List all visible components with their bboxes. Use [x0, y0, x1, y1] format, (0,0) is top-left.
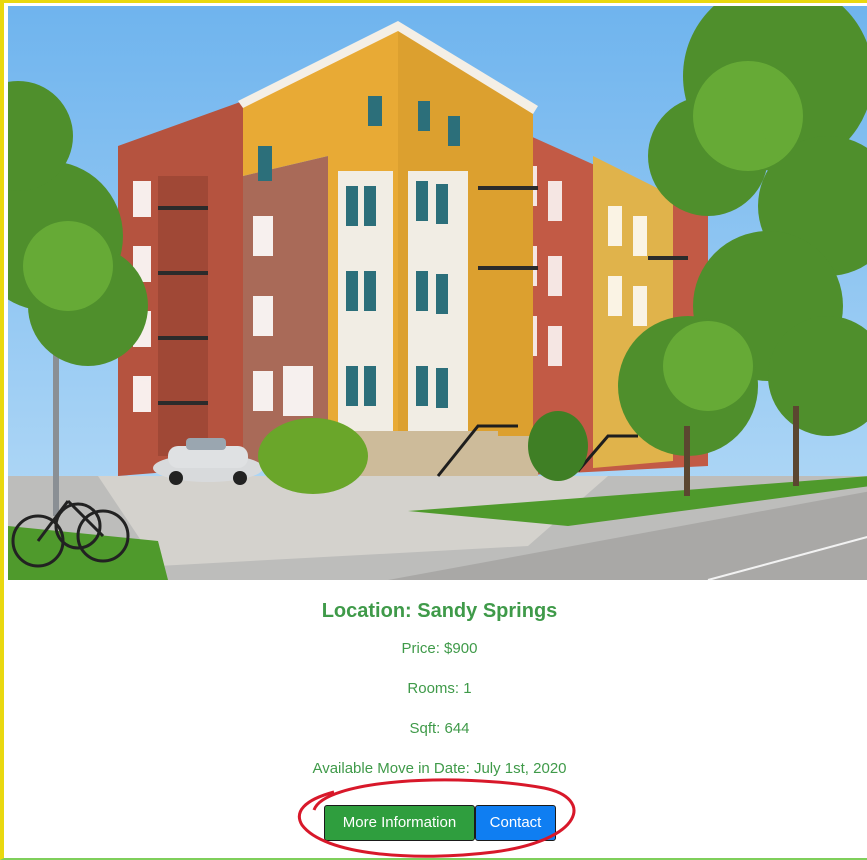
- apartment-photo: [8, 6, 867, 580]
- contact-button[interactable]: Contact: [475, 805, 556, 841]
- listing-details: Location: Sandy Springs Price: $900 Room…: [8, 580, 867, 858]
- listing-move-in-date: Available Move in Date: July 1st, 2020: [312, 760, 567, 777]
- listing-sqft: Sqft: 644: [409, 720, 470, 737]
- listing-title: Location: Sandy Springs: [321, 600, 558, 622]
- more-information-button[interactable]: More Information: [324, 805, 475, 841]
- listing-card: Location: Sandy Springs Price: $900 Room…: [0, 0, 867, 860]
- listing-rooms: Rooms: 1: [407, 680, 472, 697]
- listing-price: Price: $900: [401, 640, 478, 657]
